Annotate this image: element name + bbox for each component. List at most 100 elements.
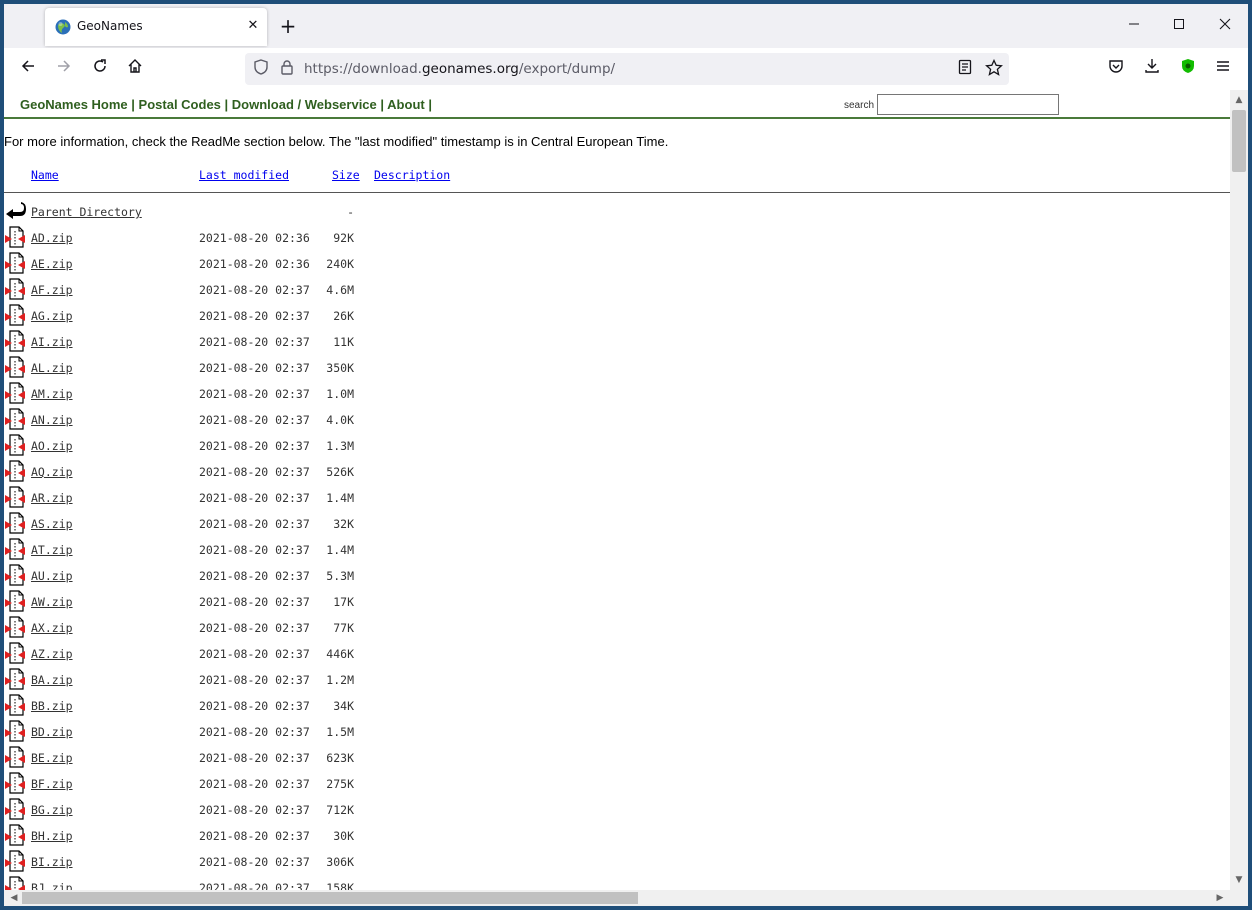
search-input[interactable] (877, 94, 1059, 115)
nav-link-home[interactable]: GeoNames Home (20, 97, 128, 112)
sort-by-modified-link[interactable]: Last modified (199, 168, 289, 182)
reload-icon[interactable] (88, 57, 112, 81)
home-icon[interactable] (123, 57, 147, 81)
reader-view-icon[interactable] (955, 59, 975, 79)
close-window-icon[interactable] (1210, 14, 1240, 38)
file-row: AO.zip 2021-08-20 02:37 1.3M (4, 434, 604, 460)
file-link[interactable]: BF.zip (31, 777, 73, 791)
nav-link-postal-codes[interactable]: Postal Codes (139, 97, 221, 112)
file-link[interactable]: AX.zip (31, 621, 73, 635)
nav-separator: | (224, 97, 229, 112)
file-row: AT.zip 2021-08-20 02:37 1.4M (4, 538, 604, 564)
file-link[interactable]: AF.zip (31, 283, 73, 297)
file-link[interactable]: BA.zip (31, 673, 73, 687)
file-size: 350K (326, 361, 354, 375)
file-row: AR.zip 2021-08-20 02:37 1.4M (4, 486, 604, 512)
file-link[interactable]: AN.zip (31, 413, 73, 427)
sort-by-description-link[interactable]: Description (374, 168, 450, 182)
file-row: AF.zip 2021-08-20 02:37 4.6M (4, 278, 604, 304)
url-text[interactable]: https://download.geonames.org/export/dum… (304, 61, 615, 77)
scroll-left-icon[interactable]: ◀ (6, 890, 22, 906)
tab-strip: GeoNames ✕ + (4, 4, 1248, 48)
vertical-scrollbar[interactable]: ▲ ▼ (1230, 90, 1248, 890)
file-link[interactable]: AS.zip (31, 517, 73, 531)
scroll-right-icon[interactable]: ▶ (1212, 890, 1228, 906)
horizontal-scrollbar[interactable]: ◀ ▶ (4, 890, 1248, 906)
file-link[interactable]: AM.zip (31, 387, 73, 401)
extension-shield-icon[interactable] (1176, 57, 1200, 81)
file-link[interactable]: BB.zip (31, 699, 73, 713)
back-icon[interactable] (16, 57, 40, 81)
menu-icon[interactable] (1211, 57, 1235, 81)
file-link[interactable]: AG.zip (31, 309, 73, 323)
file-link[interactable]: AO.zip (31, 439, 73, 453)
parent-directory-link[interactable]: Parent Directory (31, 205, 142, 219)
pocket-icon[interactable] (1104, 57, 1128, 81)
new-tab-icon[interactable]: + (278, 16, 298, 36)
file-link[interactable]: AE.zip (31, 257, 73, 271)
address-bar[interactable]: https://download.geonames.org/export/dum… (245, 53, 1009, 85)
compressed-file-icon (5, 850, 25, 872)
file-modified: 2021-08-20 02:37 (199, 309, 310, 323)
vertical-scroll-thumb[interactable] (1232, 110, 1246, 172)
downloads-icon[interactable] (1140, 57, 1164, 81)
parent-directory-row: Parent Directory - (4, 200, 604, 226)
file-link[interactable]: AT.zip (31, 543, 73, 557)
file-row: AU.zip 2021-08-20 02:37 5.3M (4, 564, 604, 590)
scroll-down-icon[interactable]: ▼ (1230, 872, 1248, 888)
file-link[interactable]: BG.zip (31, 803, 73, 817)
file-size: 26K (333, 309, 354, 323)
file-link[interactable]: BI.zip (31, 855, 73, 869)
file-link[interactable]: AZ.zip (31, 647, 73, 661)
compressed-file-icon (5, 408, 25, 430)
info-text: For more information, check the ReadMe s… (4, 134, 669, 149)
compressed-file-icon (5, 512, 25, 534)
file-size: 77K (333, 621, 354, 635)
tab-geonames[interactable]: GeoNames ✕ (45, 8, 267, 46)
close-tab-icon[interactable]: ✕ (245, 17, 261, 35)
file-modified: 2021-08-20 02:37 (199, 543, 310, 557)
nav-link-about[interactable]: About (387, 97, 425, 112)
file-size: 446K (326, 647, 354, 661)
file-link[interactable]: BD.zip (31, 725, 73, 739)
file-modified: 2021-08-20 02:37 (199, 777, 310, 791)
bookmark-star-icon[interactable] (984, 58, 1004, 79)
compressed-file-icon (5, 798, 25, 820)
file-link[interactable]: AD.zip (31, 231, 73, 245)
file-modified: 2021-08-20 02:36 (199, 257, 310, 271)
sort-by-size-link[interactable]: Size (332, 168, 360, 182)
minimize-icon[interactable] (1119, 14, 1149, 38)
file-link[interactable]: AL.zip (31, 361, 73, 375)
file-row: BI.zip 2021-08-20 02:37 306K (4, 850, 604, 876)
compressed-file-icon (5, 590, 25, 612)
compressed-file-icon (5, 460, 25, 482)
file-link[interactable]: BE.zip (31, 751, 73, 765)
file-link[interactable]: BH.zip (31, 829, 73, 843)
file-link[interactable]: AI.zip (31, 335, 73, 349)
file-link[interactable]: AQ.zip (31, 465, 73, 479)
shield-icon[interactable] (251, 59, 271, 79)
file-row: AI.zip 2021-08-20 02:37 11K (4, 330, 604, 356)
lock-icon[interactable] (277, 59, 297, 79)
file-link[interactable]: AW.zip (31, 595, 73, 609)
maximize-icon[interactable] (1164, 14, 1194, 38)
scroll-up-icon[interactable]: ▲ (1230, 92, 1248, 108)
file-modified: 2021-08-20 02:37 (199, 517, 310, 531)
compressed-file-icon (5, 824, 25, 846)
compressed-file-icon (5, 538, 25, 560)
file-row: BJ.zip 2021-08-20 02:37 158K (4, 876, 604, 890)
file-link[interactable]: AR.zip (31, 491, 73, 505)
nav-separator: | (428, 97, 432, 112)
file-size: 5.3M (326, 569, 354, 583)
file-link[interactable]: AU.zip (31, 569, 73, 583)
horizontal-scroll-thumb[interactable] (22, 892, 638, 904)
nav-link-download[interactable]: Download / Webservice (232, 97, 377, 112)
file-modified: 2021-08-20 02:37 (199, 439, 310, 453)
sort-by-name-link[interactable]: Name (31, 168, 59, 182)
file-row: AM.zip 2021-08-20 02:37 1.0M (4, 382, 604, 408)
globe-icon (55, 19, 71, 35)
file-link[interactable]: BJ.zip (31, 881, 73, 890)
file-size: 17K (333, 595, 354, 609)
forward-icon[interactable] (52, 57, 76, 81)
file-row: BH.zip 2021-08-20 02:37 30K (4, 824, 604, 850)
